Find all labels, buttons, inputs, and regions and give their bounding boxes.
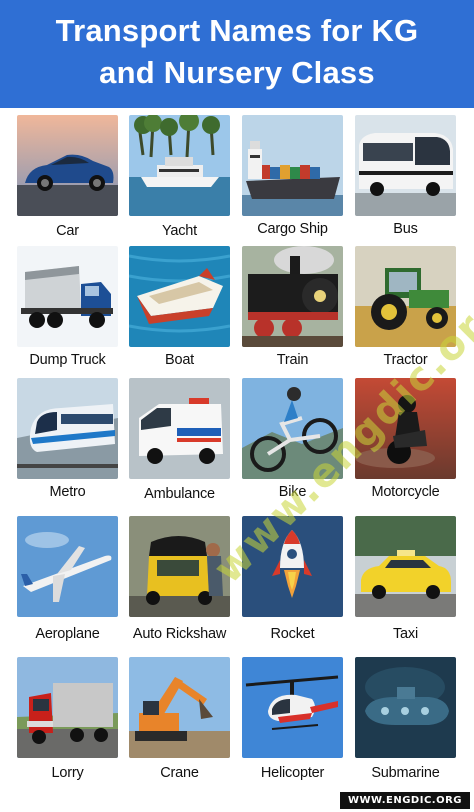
taxi-photo [355,516,456,617]
item-label: Crane [160,765,199,781]
item-label: Lorry [51,765,84,781]
submarine-photo [355,657,456,758]
item-label: Car [56,223,79,239]
motorcycle-photo [355,378,456,479]
car-photo [17,115,118,216]
item-label: Helicopter [260,765,325,781]
item-label: Auto Rickshaw [132,626,227,642]
crane-photo [129,657,230,758]
metro-photo [17,378,118,479]
tractor-photo [355,246,456,347]
item-label: Ambulance [144,486,215,502]
item-label: Motorcycle [371,484,440,500]
item-label: Dump Truck [29,352,106,368]
item-label: Bike [278,484,307,500]
transport-grid: Car Yacht Cargo Ship Bus Dump Truck Boat… [0,0,474,812]
aeroplane-photo [17,516,118,617]
item-label: Rocket [270,626,315,642]
bike-photo [242,378,343,479]
boat-photo [129,246,230,347]
item-label: Aeroplane [35,626,100,642]
item-label: Cargo Ship [257,221,328,237]
item-label: Yacht [161,223,197,239]
item-label: Boat [164,352,195,368]
item-label: Submarine [371,765,440,781]
dump-truck-photo [17,246,118,347]
bus-photo [355,115,456,216]
lorry-photo [17,657,118,758]
footer-url-badge: WWW.ENGDIC.ORG [339,792,470,809]
ambulance-photo [129,378,230,479]
cargo-ship-photo [242,115,343,216]
helicopter-photo [242,657,343,758]
auto-rickshaw-photo [129,516,230,617]
yacht-photo [129,115,230,216]
item-label: Train [276,352,309,368]
item-label: Tractor [383,352,428,368]
item-label: Bus [393,221,418,237]
item-label: Taxi [393,626,418,642]
item-label: Metro [49,484,86,500]
rocket-photo [242,516,343,617]
train-photo [242,246,343,347]
